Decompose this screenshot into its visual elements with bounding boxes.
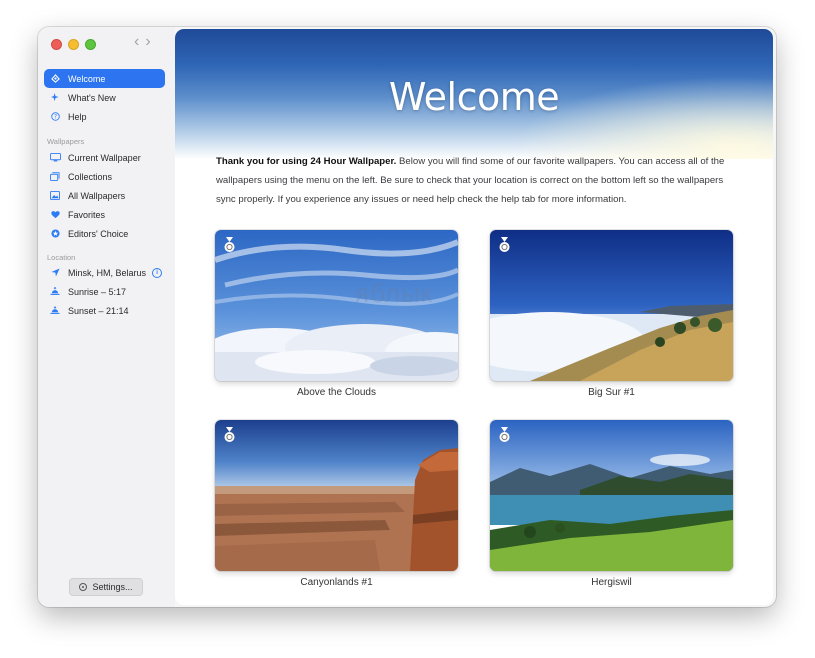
watermark: яблык (355, 278, 434, 308)
award-badge-icon (499, 237, 510, 252)
sidebar-item-label: What's New (68, 92, 116, 103)
window-controls (51, 39, 96, 50)
sidebar-item-sunset: Sunset – 21:14 (44, 301, 165, 320)
award-badge-icon (224, 237, 235, 252)
monitor-icon (48, 153, 62, 162)
app-window: ‹ › Welcome What's New ? Help Wallpapers (38, 27, 776, 607)
wallpaper-caption: Canyonlands #1 (300, 577, 373, 588)
sidebar: ‹ › Welcome What's New ? Help Wallpapers (38, 27, 175, 607)
sunrise-icon (48, 287, 62, 296)
wallpaper-thumbnail[interactable] (490, 420, 733, 571)
close-button[interactable] (51, 39, 62, 50)
sidebar-item-collections[interactable]: Collections (44, 167, 165, 186)
zoom-button[interactable] (85, 39, 96, 50)
sidebar-item-whats-new[interactable]: What's New (44, 88, 165, 107)
sidebar-item-sunrise: Sunrise – 5:17 (44, 282, 165, 301)
help-icon: ? (48, 112, 62, 121)
sidebar-item-label: Help (68, 111, 87, 122)
history-navigation: ‹ › (134, 34, 151, 50)
sidebar-item-label: Favorites (68, 209, 106, 220)
photo-icon (48, 191, 62, 200)
svg-text:?: ? (53, 115, 56, 121)
section-title-location: Location (47, 253, 76, 262)
collections-icon (48, 172, 62, 181)
sidebar-item-label: Collections (68, 171, 113, 182)
forward-arrow-icon[interactable]: › (145, 34, 150, 50)
sidebar-item-label: Editors' Choice (68, 228, 129, 239)
location-arrow-icon (48, 268, 62, 277)
sunset-icon (48, 306, 62, 315)
sidebar-item-editors-choice[interactable]: Editors' Choice (44, 224, 165, 243)
sidebar-item-help[interactable]: ? Help (44, 107, 165, 126)
wallpaper-thumbnail[interactable] (215, 420, 458, 571)
wallpaper-card-canyonlands-1[interactable]: Canyonlands #1 (215, 420, 458, 588)
sidebar-item-current-wallpaper[interactable]: Current Wallpaper (44, 148, 165, 167)
welcome-icon (48, 74, 62, 83)
sidebar-item-label: All Wallpapers (68, 190, 126, 201)
wallpaper-thumbnail[interactable] (490, 230, 733, 381)
intro-text: Thank you for using 24 Hour Wallpaper. B… (216, 152, 734, 209)
sidebar-item-location[interactable]: Minsk, HM, Belarus i (44, 263, 165, 282)
star-badge-icon (48, 229, 62, 238)
back-arrow-icon[interactable]: ‹ (134, 34, 139, 50)
settings-button-label: Settings... (92, 582, 133, 592)
section-title-wallpapers: Wallpapers (47, 137, 85, 146)
wallpaper-caption: Hergiswil (591, 577, 632, 588)
sidebar-item-label: Sunrise – 5:17 (68, 286, 127, 297)
wallpaper-card-above-the-clouds[interactable]: Above the Clouds (215, 230, 458, 398)
sidebar-item-all-wallpapers[interactable]: All Wallpapers (44, 186, 165, 205)
page-title: Welcome (388, 75, 560, 119)
main-content: Welcome Thank you for using 24 Hour Wall… (175, 29, 773, 605)
sparkle-icon (48, 93, 62, 102)
sidebar-item-label: Sunset – 21:14 (68, 305, 129, 316)
sidebar-item-label: Minsk, HM, Belarus (68, 267, 147, 278)
wallpaper-card-big-sur-1[interactable]: Big Sur #1 (490, 230, 733, 398)
sidebar-item-welcome[interactable]: Welcome (44, 69, 165, 88)
heart-icon (48, 210, 62, 219)
gear-icon (79, 583, 88, 591)
award-badge-icon (224, 427, 235, 442)
intro-bold: Thank you for using 24 Hour Wallpaper. (216, 156, 397, 167)
info-icon[interactable]: i (152, 267, 163, 278)
sidebar-item-favorites[interactable]: Favorites (44, 205, 165, 224)
sidebar-item-label: Welcome (68, 73, 106, 84)
sidebar-item-label: Current Wallpaper (68, 152, 141, 163)
settings-button[interactable]: Settings... (69, 578, 143, 596)
minimize-button[interactable] (68, 39, 79, 50)
award-badge-icon (499, 427, 510, 442)
wallpaper-caption: Big Sur #1 (588, 387, 635, 398)
wallpaper-card-hergiswil[interactable]: Hergiswil (490, 420, 733, 588)
wallpaper-caption: Above the Clouds (297, 387, 376, 398)
